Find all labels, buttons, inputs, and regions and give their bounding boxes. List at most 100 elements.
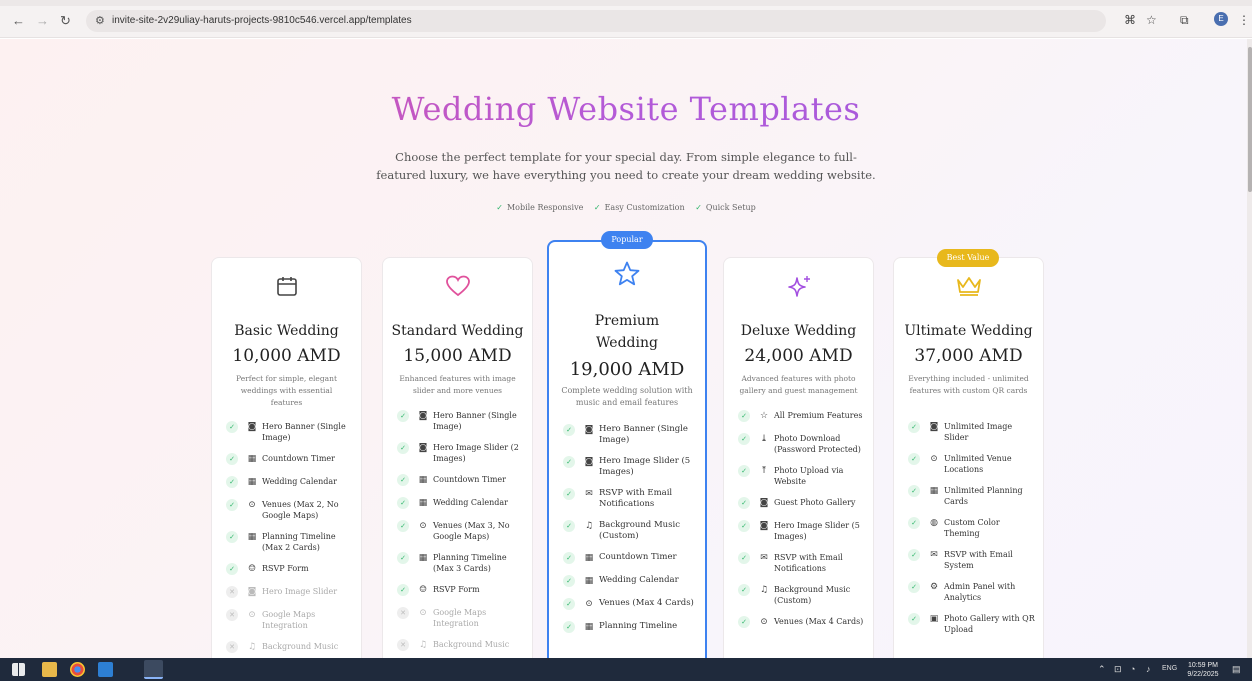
card-description: Perfect for simple, elegant weddings wit… (236, 374, 337, 407)
template-card-basic[interactable]: Basic Wedding 10,000 AMD Perfect for sim… (211, 257, 362, 658)
crown-icon (894, 274, 1043, 309)
feature-item: ✓ ☺ RSVP Form (226, 563, 353, 576)
check-icon: ✓ (908, 485, 920, 497)
x-icon: ✕ (226, 609, 238, 621)
check-icon: ✓ (397, 552, 409, 564)
pin-icon: ⊙ (930, 454, 938, 464)
site-info-icon[interactable]: ⚙ (95, 14, 105, 27)
camera-icon: ◙ (759, 521, 769, 531)
card-title: Premium Wedding (594, 313, 660, 351)
card-title: Basic Wedding (234, 323, 339, 339)
feature-item: ✓ ▣ Photo Gallery with QR Upload (908, 613, 1035, 635)
check-icon: ✓ (908, 581, 920, 593)
feature-item: ✓ ◙ Guest Photo Gallery (738, 497, 865, 510)
music-icon: ♫ (247, 642, 257, 652)
reload-icon[interactable]: ↻ (60, 14, 71, 28)
users-icon: ☺ (247, 564, 257, 574)
popular-badge: Popular (601, 231, 653, 249)
translate-icon[interactable]: ⌘ (1124, 13, 1136, 27)
calendar-icon: ▦ (247, 532, 257, 542)
mail-icon: ✉ (760, 553, 768, 563)
heart-icon (383, 274, 532, 309)
feature-item: ✓ ▦ Countdown Timer (397, 474, 524, 487)
users-icon: ☺ (418, 585, 428, 595)
check-icon: ✓ (226, 563, 238, 575)
tray-network-icon[interactable]: ⊡ (1114, 664, 1122, 675)
sparkles-icon (724, 274, 873, 311)
check-icon: ✓ (908, 517, 920, 529)
feature-item: ✓ ⊙ Venues (Max 2, No Google Maps) (226, 499, 353, 521)
chrome-active-icon[interactable] (144, 660, 163, 679)
feature-highlight: ✓ Quick Setup (695, 203, 756, 212)
check-icon: ✓ (738, 433, 750, 445)
feature-item: ✓ ⊙ Venues (Max 3, No Google Maps) (397, 520, 524, 542)
address-bar[interactable]: ⚙ invite-site-2v29uliay-haruts-projects-… (86, 10, 1106, 32)
page-scrollbar[interactable] (1247, 39, 1252, 658)
camera-icon: ◙ (418, 411, 428, 421)
card-price: 10,000 AMD (232, 346, 341, 366)
x-icon: ✕ (397, 639, 409, 651)
language-indicator[interactable]: ENG (1162, 665, 1177, 672)
bookmark-star-icon[interactable]: ☆ (1146, 13, 1157, 27)
check-icon: ✓ (563, 424, 575, 436)
notification-icon[interactable]: ▤ (1232, 664, 1241, 675)
page-title: Wedding Website Templates (0, 90, 1252, 128)
system-clock[interactable]: 10:59 PM 9/22/2025 (1185, 661, 1221, 679)
camera-icon: ◙ (247, 587, 257, 597)
check-icon: ✓ (695, 203, 702, 212)
x-icon: ✕ (226, 641, 238, 653)
check-icon: ✓ (593, 203, 601, 212)
pin-icon: ⊙ (248, 500, 256, 510)
feature-list: ✓ ☆ All Premium Features ✓ ⤓ Photo Download … (738, 410, 865, 639)
feature-list: ✓ ◙ Hero Banner (Single Image) ✓ ◙ Hero Imag… (563, 424, 697, 644)
check-icon: ✓ (908, 421, 920, 433)
qr-icon: ▣ (929, 614, 939, 624)
check-icon: ✓ (496, 203, 503, 212)
scrollbar-thumb[interactable] (1248, 47, 1252, 192)
template-card-ultimate[interactable]: Best Value Ultimate Wedding 37,000 AMD E… (893, 249, 1044, 658)
template-card-premium[interactable]: Popular Premium Wedding 19,000 AMD Compl… (547, 231, 707, 658)
menu-dots-icon[interactable]: ⋮ (1238, 13, 1250, 27)
x-icon: ✕ (226, 586, 238, 598)
template-card-standard[interactable]: Standard Wedding 15,000 AMD Enhanced fea… (382, 257, 533, 658)
camera-icon: ◙ (418, 443, 428, 453)
music-icon: ♫ (418, 640, 428, 650)
check-icon: ✓ (908, 549, 920, 561)
check-icon: ✓ (397, 520, 409, 532)
vscode-icon[interactable] (98, 662, 113, 677)
card-price: 24,000 AMD (744, 346, 853, 366)
feature-item: ✓ ✉ RSVP with Email Notifications (738, 552, 865, 574)
url-text[interactable]: invite-site-2v29uliay-haruts-projects-98… (112, 15, 412, 26)
best-value-badge: Best Value (937, 249, 999, 267)
back-icon[interactable]: ← (12, 14, 25, 28)
feature-item-disabled: ✕ ⊙ Google Maps Integration (226, 609, 353, 631)
feature-item: ✓ ⊙ Unlimited Venue Locations (908, 453, 1035, 475)
feature-item: ✓ ▦ Planning Timeline (Max 2 Cards) (226, 531, 353, 553)
camera-icon: ◙ (584, 457, 594, 467)
template-card-deluxe[interactable]: Deluxe Wedding 24,000 AMD Advanced featu… (723, 257, 874, 658)
profile-avatar[interactable]: E (1214, 12, 1228, 26)
windows-start-icon[interactable] (12, 663, 25, 676)
file-explorer-icon[interactable] (42, 662, 57, 677)
feature-item: ✓ ◙ Hero Image Slider (5 Images) (738, 520, 865, 542)
chrome-icon[interactable] (70, 662, 85, 677)
tray-chevron-icon[interactable]: ⌃ (1098, 664, 1106, 675)
feature-item: ✓ ▦ Planning Timeline (Max 3 Cards) (397, 552, 524, 574)
extensions-icon[interactable]: ⧉ (1180, 13, 1189, 27)
tray-volume-icon[interactable]: ♪ (1146, 664, 1151, 674)
tray-wifi-icon[interactable]: ◔ (1130, 664, 1135, 674)
check-icon: ✓ (563, 520, 575, 532)
feature-item: ✓ ☺ RSVP Form (397, 584, 524, 597)
feature-item: ✓ ⊙ Venues (Max 4 Cards) (738, 616, 865, 629)
check-icon: ✓ (397, 442, 409, 454)
mail-icon: ✉ (585, 489, 593, 499)
feature-item: ✓ ▦ Planning Timeline (563, 621, 697, 634)
page-subtitle: Choose the perfect template for your spe… (376, 150, 876, 182)
music-icon: ♫ (584, 521, 594, 531)
feature-item: ✓ ◙ Hero Banner (Single Image) (226, 421, 353, 443)
feature-item-disabled: ✕ ♫ Background Music (226, 641, 353, 654)
forward-icon[interactable]: → (36, 14, 49, 28)
feature-item: ✓ ◙ Unlimited Image Slider (908, 421, 1035, 443)
check-icon: ✓ (397, 474, 409, 486)
check-icon: ✓ (738, 616, 750, 628)
